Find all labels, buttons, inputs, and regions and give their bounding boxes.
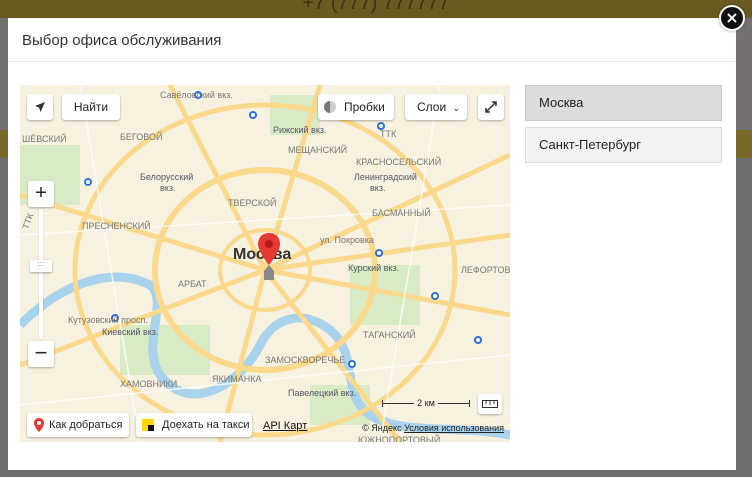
modal-title: Выбор офиса обслуживания <box>22 32 222 49</box>
office-marker-icon[interactable] <box>258 233 280 288</box>
map-label-meshchansky: МЕЩАНСКИЙ <box>288 144 347 155</box>
map-scale: 2 км <box>382 398 470 408</box>
location-arrow-icon <box>35 102 45 112</box>
copyright-text: © Яндекс <box>362 423 402 433</box>
map-label-basmanny: БАСМАННЫЙ <box>372 207 431 218</box>
office-select-modal: Выбор офиса обслуживания Савёловский вкз… <box>8 18 736 470</box>
ruler-button[interactable] <box>478 394 502 414</box>
map-copyright: © Яндекс Условия использования <box>362 423 504 433</box>
map-label-paveletsky: Павелецкий вкз. <box>288 388 356 398</box>
map-label-kursky: Курский вкз. <box>348 263 399 273</box>
map-label-begovoy: БЕГОВОЙ <box>120 131 162 142</box>
route-label: Как добраться <box>49 419 123 431</box>
close-icon: × <box>725 8 739 27</box>
traffic-label: Пробки <box>344 100 385 114</box>
map-label-yakimanka: ЯКИМАНКА <box>212 374 261 384</box>
layers-label: Слои <box>417 100 447 114</box>
map-label-ttk: ТТК <box>20 211 35 230</box>
svg-text:вкз.: вкз. <box>370 183 385 193</box>
chevron-down-icon: ⌄ <box>452 103 461 113</box>
map-label-tverskoy: ТВЕРСКОЙ <box>228 197 277 208</box>
map-label-kutuzovsky: Кутузовский просп. <box>68 315 148 325</box>
map-label-belorussky: Белорусский <box>140 172 193 182</box>
map-label-yuzhnoportovy: ЮЖНОПОРТОВЫЙ <box>358 434 440 442</box>
expand-icon <box>485 101 497 113</box>
map-label-tagansky: ТАГАНСКИЙ <box>363 329 416 340</box>
map-label-krasnoselsky: КРАСНОСЕЛЬСКИЙ <box>356 156 441 167</box>
city-item-saint-petersburg[interactable]: Санкт-Петербург <box>525 127 722 163</box>
scale-label: 2 км <box>414 398 438 408</box>
geolocation-button[interactable] <box>27 94 53 120</box>
taxi-label: Доехать на такси <box>162 419 250 431</box>
map-label-khamovniki: ХАМОВНИКИ <box>120 379 177 389</box>
traffic-button[interactable]: Пробки <box>318 94 394 120</box>
zoom-slider-handle[interactable]: :::: <box>30 260 52 272</box>
zoom-slider-track[interactable] <box>39 209 43 339</box>
map-label-pokrovka: ул. Покровка <box>320 235 374 245</box>
route-pin-icon <box>34 418 44 432</box>
modal-header: Выбор офиса обслуживания <box>8 18 736 62</box>
svg-text:ТТК: ТТК <box>380 129 397 139</box>
taxi-button[interactable]: Доехать на такси <box>136 413 252 437</box>
svg-text:вкз.: вкз. <box>160 183 175 193</box>
map-label-leningradsky: Ленинградский <box>354 172 417 182</box>
zoom-out-button[interactable]: − <box>28 341 54 367</box>
zoom-in-button[interactable]: + <box>28 181 54 207</box>
fullscreen-button[interactable] <box>478 94 504 120</box>
map-label-kievsky: Киевский вкз. <box>102 327 158 337</box>
yandex-map[interactable]: Савёловский вкз. Рижский вкз. ШЁВСКИЙ БЕ… <box>20 85 510 442</box>
map-label-zamoskvorechye: ЗАМОСКВОРЕЧЬЕ <box>265 355 345 365</box>
layers-button[interactable]: Слои ⌄ <box>405 94 467 120</box>
api-maps-link[interactable]: API Карт <box>263 420 307 432</box>
terms-link[interactable]: Условия использования <box>404 423 504 433</box>
map-label-savelovsky: Савёловский вкз. <box>160 90 233 100</box>
map-label-arbat: АРБАТ <box>178 279 207 289</box>
traffic-icon <box>324 101 336 113</box>
map-label-shevsky: ШЁВСКИЙ <box>22 133 67 144</box>
map-label-lefortovo: ЛЕФОРТОВО <box>461 265 510 275</box>
taxi-icon <box>142 419 154 431</box>
ruler-icon <box>482 400 498 408</box>
city-list: Москва Санкт-Петербург <box>525 85 722 169</box>
map-label-presnensky: ПРЕСНЕНСКИЙ <box>82 220 151 231</box>
route-button[interactable]: Как добраться <box>27 413 129 437</box>
city-item-moscow[interactable]: Москва <box>525 85 722 121</box>
close-button[interactable]: × <box>719 5 745 31</box>
map-label-rizhsky: Рижский вкз. <box>273 125 327 135</box>
find-button[interactable]: Найти <box>62 94 120 120</box>
page-phone-number: +7 (777) 777777 <box>302 0 450 14</box>
